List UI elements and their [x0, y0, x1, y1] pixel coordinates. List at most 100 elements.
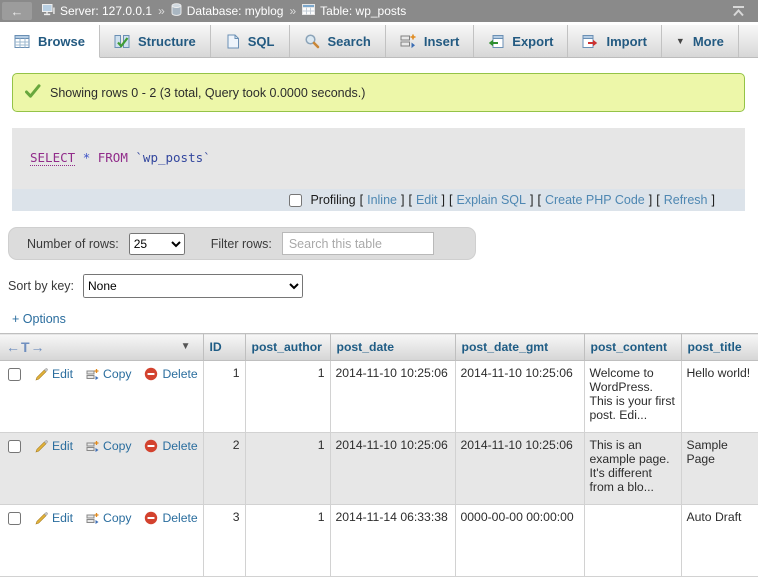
copy-row-link[interactable]: Copy — [86, 367, 131, 381]
copy-row-link[interactable]: Copy — [86, 511, 131, 525]
row-checkbox[interactable] — [8, 440, 21, 453]
tab-bar: Browse Structure SQL Search Insert Expor… — [0, 25, 758, 58]
import-icon — [582, 34, 598, 49]
bracket: [ — [537, 193, 540, 207]
cell-post-date-gmt: 2014-11-10 10:25:06 — [455, 361, 584, 433]
explain-sql-link[interactable]: Explain SQL — [456, 193, 525, 207]
bracket: ] — [530, 193, 533, 207]
copy-label: Copy — [103, 367, 131, 381]
sort-by-key-select[interactable]: None — [83, 274, 303, 298]
tab-browse[interactable]: Browse — [0, 25, 100, 58]
header-row: ←T→ ▼ ID post_author post_date post_date… — [0, 334, 758, 361]
copy-icon — [86, 512, 99, 525]
column-header-post-date[interactable]: post_date — [330, 334, 455, 361]
row-checkbox[interactable] — [8, 368, 21, 381]
tab-export[interactable]: Export — [474, 25, 568, 57]
tab-more[interactable]: ▼ More — [662, 25, 739, 57]
sql-query: SELECT * FROM `wp_posts` — [12, 128, 745, 189]
structure-icon — [114, 34, 130, 49]
status-message: Showing rows 0 - 2 (3 total, Query took … — [12, 73, 745, 112]
table-row: Edit Copy Delete 1 1 2014-11-10 10:25:06… — [0, 361, 758, 433]
bracket: ] — [401, 193, 404, 207]
tab-structure[interactable]: Structure — [100, 25, 211, 57]
sql-keyword-select[interactable]: SELECT — [30, 150, 75, 166]
copy-icon — [86, 440, 99, 453]
rows-filter-bar: Number of rows: 25 Filter rows: — [8, 227, 476, 260]
back-button[interactable]: ← — [2, 2, 32, 20]
tab-structure-label: Structure — [138, 34, 196, 49]
breadcrumb-database-label: Database: myblog — [187, 4, 284, 18]
tab-insert[interactable]: Insert — [386, 25, 474, 57]
database-icon — [171, 3, 182, 19]
status-message-text: Showing rows 0 - 2 (3 total, Query took … — [50, 86, 365, 100]
sort-by-key-label: Sort by key: — [8, 279, 74, 293]
cell-post-date-gmt: 0000-00-00 00:00:00 — [455, 505, 584, 577]
number-of-rows-label: Number of rows: — [27, 237, 119, 251]
delete-label: Delete — [162, 511, 197, 525]
sort-row: Sort by key: None — [8, 273, 758, 299]
delete-label: Delete — [162, 439, 197, 453]
tab-export-label: Export — [512, 34, 553, 49]
filter-rows-input[interactable] — [282, 232, 434, 255]
delete-icon — [144, 367, 158, 381]
number-of-rows-select[interactable]: 25 — [129, 233, 185, 255]
row-checkbox[interactable] — [8, 512, 21, 525]
pencil-icon — [35, 512, 48, 525]
tab-sql-label: SQL — [248, 34, 275, 49]
column-visibility-widget[interactable]: ←T→ — [6, 339, 46, 355]
cell-post-date-gmt: 2014-11-10 10:25:06 — [455, 433, 584, 505]
copy-row-link[interactable]: Copy — [86, 439, 131, 453]
edit-row-link[interactable]: Edit — [35, 439, 73, 453]
pencil-icon — [35, 440, 48, 453]
bracket: ] — [442, 193, 445, 207]
bracket: ] — [649, 193, 652, 207]
delete-row-link[interactable]: Delete — [144, 439, 197, 453]
edit-link[interactable]: Edit — [416, 193, 438, 207]
inline-link[interactable]: Inline — [367, 193, 397, 207]
cell-post-content: This is an example page. It's different … — [584, 433, 681, 505]
delete-row-link[interactable]: Delete — [144, 511, 197, 525]
browse-icon — [14, 34, 30, 49]
delete-label: Delete — [162, 367, 197, 381]
options-toggle[interactable]: + Options — [12, 312, 82, 326]
cell-id: 2 — [203, 433, 245, 505]
bracket: [ — [656, 193, 659, 207]
create-php-code-link[interactable]: Create PHP Code — [545, 193, 645, 207]
tab-import[interactable]: Import — [568, 25, 661, 57]
cell-post-title: Auto Draft — [681, 505, 758, 577]
column-header-post-date-gmt[interactable]: post_date_gmt — [455, 334, 584, 361]
breadcrumb-table[interactable]: Table: wp_posts — [302, 4, 406, 18]
column-header-post-author[interactable]: post_author — [245, 334, 330, 361]
bracket: ] — [712, 193, 715, 207]
breadcrumb-server[interactable]: Server: 127.0.0.1 — [42, 4, 152, 19]
breadcrumb-database[interactable]: Database: myblog — [171, 3, 284, 19]
cell-post-date: 2014-11-10 10:25:06 — [330, 433, 455, 505]
edit-label: Edit — [52, 439, 73, 453]
cell-post-author: 1 — [245, 361, 330, 433]
edit-row-link[interactable]: Edit — [35, 367, 73, 381]
sql-tools-row: Profiling [ Inline ] [ Edit ] [ Explain … — [12, 189, 745, 211]
refresh-link[interactable]: Refresh — [664, 193, 708, 207]
collapse-icon[interactable] — [731, 5, 746, 17]
breadcrumb-separator: » — [158, 4, 165, 18]
chevron-down-icon: ▼ — [676, 36, 685, 46]
tab-search-label: Search — [328, 34, 371, 49]
tab-sql[interactable]: SQL — [211, 25, 290, 57]
column-header-post-title[interactable]: post_title — [681, 334, 758, 361]
copy-label: Copy — [103, 511, 131, 525]
with-selected-caret-icon[interactable]: ▼ — [181, 341, 191, 352]
sql-keyword-from: FROM — [98, 150, 128, 165]
sql-icon — [225, 34, 240, 49]
cell-post-author: 1 — [245, 433, 330, 505]
tab-search[interactable]: Search — [290, 25, 386, 57]
cell-id: 1 — [203, 361, 245, 433]
column-header-id[interactable]: ID — [203, 334, 245, 361]
edit-row-link[interactable]: Edit — [35, 511, 73, 525]
delete-icon — [144, 439, 158, 453]
results-table: ←T→ ▼ ID post_author post_date post_date… — [0, 333, 758, 577]
bracket: [ — [449, 193, 452, 207]
delete-row-link[interactable]: Delete — [144, 367, 197, 381]
profiling-checkbox[interactable] — [289, 194, 302, 207]
column-header-post-content[interactable]: post_content — [584, 334, 681, 361]
cell-post-title: Hello world! — [681, 361, 758, 433]
